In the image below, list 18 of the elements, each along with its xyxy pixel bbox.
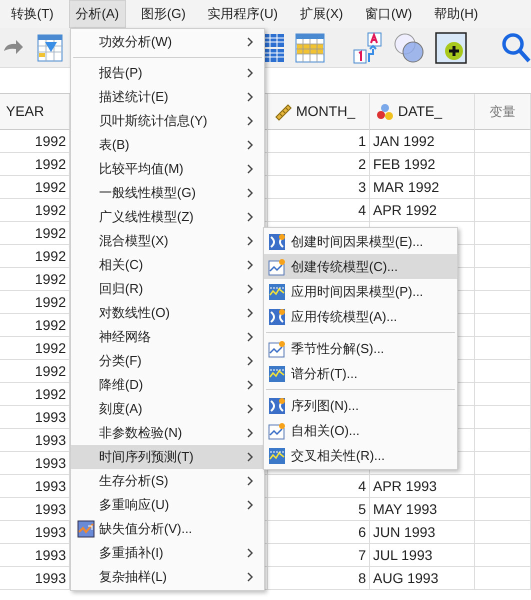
table-cell: APR 1992 <box>370 199 475 222</box>
table-cell: 5 <box>268 498 370 521</box>
table-cell: 7 <box>268 544 370 567</box>
table-cell: AUG 1993 <box>370 567 475 590</box>
table-cell: 2 <box>268 153 370 176</box>
table-cell: FEB 1992 <box>370 153 475 176</box>
table-cell: 1 <box>268 130 370 153</box>
table-cell: MAY 1993 <box>370 498 475 521</box>
table-cell: 4 <box>268 475 370 498</box>
table-cell: JUL 1993 <box>370 544 475 567</box>
table-cell: JUN 1993 <box>370 521 475 544</box>
table-cell: JAN 1992 <box>370 130 475 153</box>
table-cell: APR 1993 <box>370 475 475 498</box>
table-cell: 6 <box>268 521 370 544</box>
table-cell: 8 <box>268 567 370 590</box>
table-cell: MAR 1992 <box>370 176 475 199</box>
table-cell: 4 <box>268 199 370 222</box>
table-cell: 3 <box>268 176 370 199</box>
